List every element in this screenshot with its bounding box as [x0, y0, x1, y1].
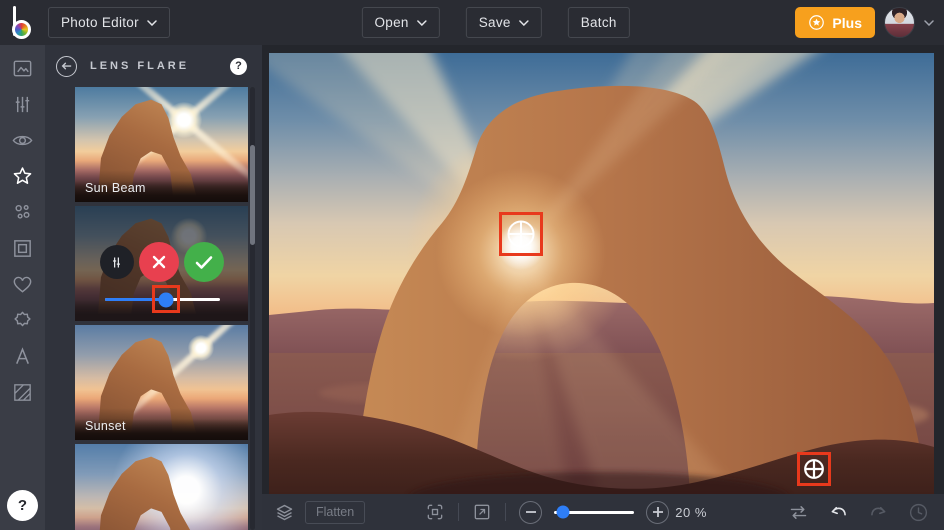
- flare-edit-controls: [75, 242, 248, 282]
- undo-icon[interactable]: [828, 502, 849, 523]
- zoom-slider-thumb[interactable]: [556, 505, 570, 519]
- zoom-slider[interactable]: [554, 505, 635, 519]
- corner-crosshair-icon[interactable]: [803, 458, 825, 480]
- back-button[interactable]: [56, 55, 77, 77]
- fullscreen-preview-icon[interactable]: [472, 502, 492, 522]
- text-icon[interactable]: [11, 345, 34, 368]
- history-controls: [788, 502, 929, 523]
- flare-thumb-active[interactable]: [75, 206, 248, 321]
- annotation-box-flare-target: [499, 212, 543, 256]
- flare-thumb-sun-beam[interactable]: Sun Beam: [75, 87, 248, 202]
- flare-settings-button[interactable]: [99, 245, 134, 279]
- account-chevron-down-icon[interactable]: [924, 19, 934, 26]
- flare-position-crosshair-icon[interactable]: [506, 219, 536, 249]
- star-circle-icon: [809, 15, 825, 30]
- logo-color-wheel: [12, 20, 31, 39]
- help-label: ?: [17, 497, 28, 514]
- chevron-down-icon: [147, 19, 157, 26]
- zoom-out-button[interactable]: [519, 500, 543, 524]
- account-area: Plus: [795, 7, 934, 38]
- batch-label: Batch: [580, 15, 617, 30]
- zoom-level: 20 %: [675, 504, 707, 520]
- apply-flare-button[interactable]: [183, 242, 224, 282]
- help-button[interactable]: ?: [7, 490, 38, 521]
- thumb-label: Sun Beam: [75, 170, 248, 202]
- adjust-sliders-icon[interactable]: [11, 93, 34, 116]
- flatten-button[interactable]: Flatten: [305, 500, 366, 524]
- photo-delicate-arch[interactable]: [269, 53, 934, 494]
- plus-label: Plus: [832, 14, 862, 31]
- photo-scene: [269, 53, 934, 494]
- panel-header: LENS FLARE ?: [45, 45, 262, 87]
- textures-icon[interactable]: [11, 381, 34, 404]
- divider: [505, 503, 507, 521]
- close-icon: [152, 255, 165, 269]
- thumb-label: Sunset: [75, 408, 248, 440]
- app-menu-button[interactable]: Photo Editor: [48, 7, 170, 38]
- settings-sliders-icon: [113, 257, 120, 267]
- panel-help-label: ?: [235, 60, 242, 72]
- touchup-eye-icon[interactable]: [11, 129, 34, 152]
- befunky-logo[interactable]: [10, 6, 42, 39]
- redo-icon[interactable]: [868, 502, 889, 523]
- save-label: Save: [478, 15, 511, 30]
- cancel-flare-button[interactable]: [138, 242, 179, 282]
- flare-thumbnail-list: Sun Beam Sunset: [75, 87, 248, 530]
- plus-upgrade-button[interactable]: Plus: [795, 7, 875, 38]
- save-button[interactable]: Save: [465, 7, 542, 38]
- open-button[interactable]: Open: [361, 7, 440, 38]
- compare-toggle-icon[interactable]: [788, 502, 809, 523]
- minus-icon: [525, 511, 536, 513]
- avatar[interactable]: [884, 7, 915, 38]
- panel-scrollbar[interactable]: [250, 87, 255, 530]
- lens-flare-panel: LENS FLARE ? Sun Beam Sunset: [45, 45, 262, 530]
- chevron-down-icon: [518, 19, 529, 26]
- checkmark-icon: [195, 255, 212, 269]
- graphics-badge-icon[interactable]: [11, 309, 34, 332]
- edit-photo-icon[interactable]: [11, 57, 34, 80]
- plus-icon: [652, 507, 663, 517]
- flare-thumb-sunset[interactable]: Sunset: [75, 325, 248, 440]
- panel-scrollbar-thumb[interactable]: [250, 145, 255, 245]
- topbar: Photo Editor Open Save Batch Plus: [0, 0, 944, 45]
- panel-title: LENS FLARE: [90, 60, 190, 72]
- annotation-box-slider-thumb: [152, 285, 180, 313]
- open-label: Open: [374, 15, 409, 30]
- zoom-in-button[interactable]: [646, 500, 670, 524]
- annotation-box-corner-target: [797, 452, 831, 486]
- file-actions: Open Save Batch: [361, 7, 630, 38]
- layers-icon[interactable]: [274, 502, 295, 523]
- flare-thumb-partial[interactable]: [75, 444, 248, 530]
- overlays-heart-icon[interactable]: [11, 273, 34, 296]
- fit-to-screen-icon[interactable]: [425, 502, 445, 522]
- arrow-left-icon: [61, 62, 72, 70]
- tools-sidebar: [0, 45, 45, 530]
- canvas-toolbar: Flatten 20 %: [262, 494, 944, 530]
- batch-button[interactable]: Batch: [567, 7, 630, 38]
- panel-help-button[interactable]: ?: [230, 57, 247, 75]
- divider: [458, 503, 460, 521]
- chevron-down-icon: [416, 19, 427, 26]
- canvas-area[interactable]: [262, 45, 944, 494]
- history-clock-icon[interactable]: [908, 502, 929, 523]
- artsy-icon[interactable]: [11, 201, 34, 224]
- app-menu-label: Photo Editor: [61, 15, 139, 30]
- effects-star-icon[interactable]: [11, 165, 34, 188]
- photo-editor-app: Photo Editor Open Save Batch Plus ? LENS…: [0, 0, 944, 530]
- frames-icon[interactable]: [11, 237, 34, 260]
